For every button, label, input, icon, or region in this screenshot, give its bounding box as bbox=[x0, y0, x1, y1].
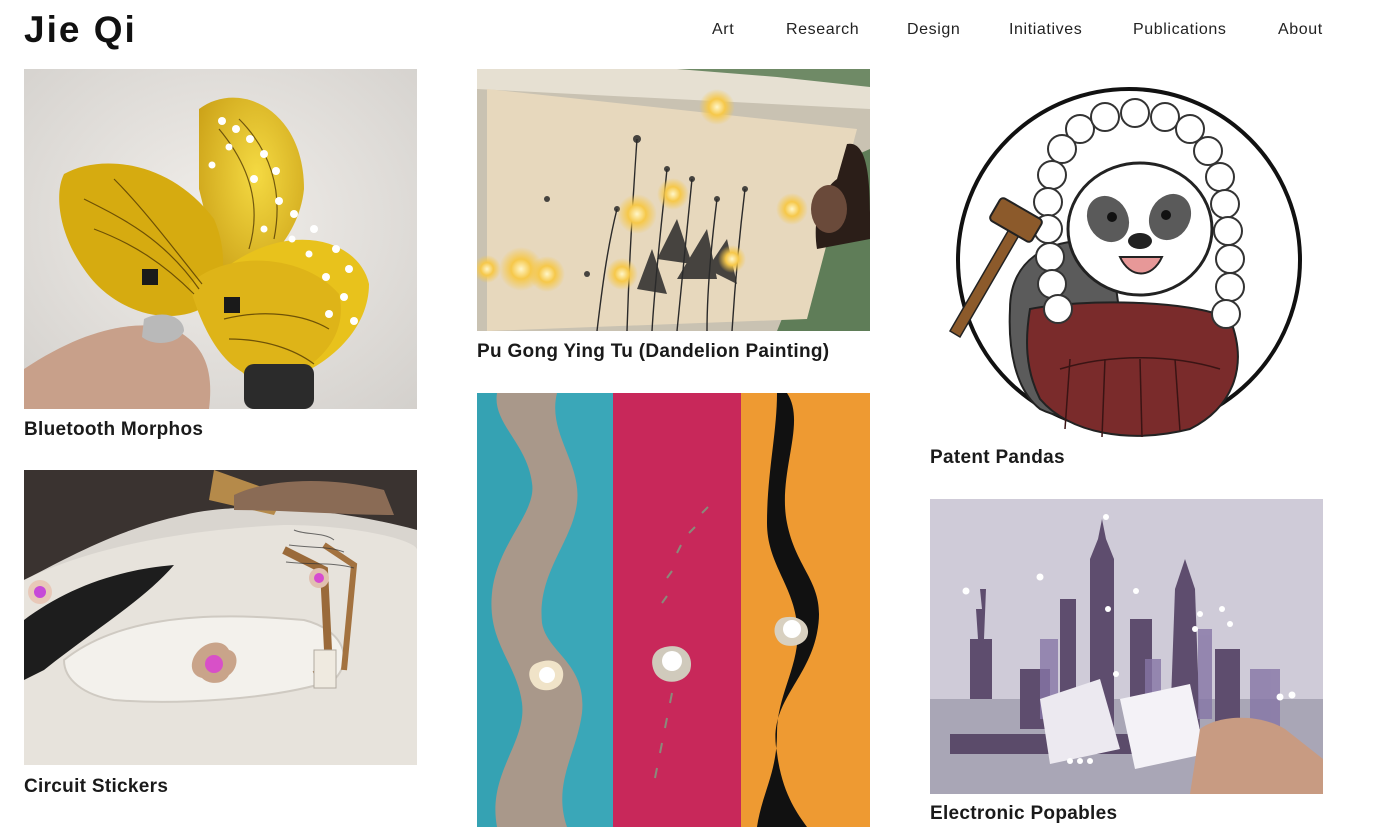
patent-panda-illustration bbox=[930, 69, 1323, 441]
nav-design[interactable]: Design bbox=[907, 19, 960, 41]
project-title[interactable]: Electronic Popables bbox=[930, 802, 1117, 826]
project-title[interactable]: Pu Gong Ying Tu (Dandelion Painting) bbox=[477, 340, 829, 364]
circuit-stickers-photo bbox=[24, 470, 417, 765]
bluetooth-morphos-image[interactable] bbox=[24, 69, 417, 409]
nav-research[interactable]: Research bbox=[786, 19, 859, 41]
project-card-felt-circuits[interactable] bbox=[477, 393, 870, 827]
butterfly-circuit-image bbox=[24, 69, 417, 409]
project-card-dandelion-painting[interactable]: Pu Gong Ying Tu (Dandelion Painting) bbox=[477, 69, 870, 369]
nav-about[interactable]: About bbox=[1278, 19, 1323, 41]
felt-circuits-image[interactable] bbox=[477, 393, 870, 827]
nav-publications[interactable]: Publications bbox=[1133, 19, 1226, 41]
project-card-patent-pandas[interactable]: Patent Pandas bbox=[930, 69, 1323, 469]
circuit-stickers-image[interactable] bbox=[24, 470, 417, 765]
electronic-popables-image[interactable] bbox=[930, 499, 1323, 794]
dandelion-painting-image[interactable] bbox=[477, 69, 870, 331]
project-card-circuit-stickers[interactable]: Circuit Stickers bbox=[24, 470, 417, 800]
project-card-bluetooth-morphos[interactable]: Bluetooth Morphos bbox=[24, 69, 417, 449]
nav-initiatives[interactable]: Initiatives bbox=[1009, 19, 1082, 41]
popup-city-photo bbox=[930, 499, 1323, 794]
project-title[interactable]: Bluetooth Morphos bbox=[24, 418, 203, 442]
felt-circuits-photo bbox=[477, 393, 870, 827]
project-title[interactable]: Patent Pandas bbox=[930, 446, 1065, 470]
patent-pandas-image[interactable] bbox=[930, 69, 1323, 441]
dandelion-painting-photo bbox=[477, 69, 870, 331]
project-card-electronic-popables[interactable]: Electronic Popables bbox=[930, 499, 1323, 827]
project-title[interactable]: Circuit Stickers bbox=[24, 775, 168, 799]
main-nav: Art Research Design Initiatives Publicat… bbox=[0, 19, 1394, 41]
nav-art[interactable]: Art bbox=[712, 19, 734, 41]
